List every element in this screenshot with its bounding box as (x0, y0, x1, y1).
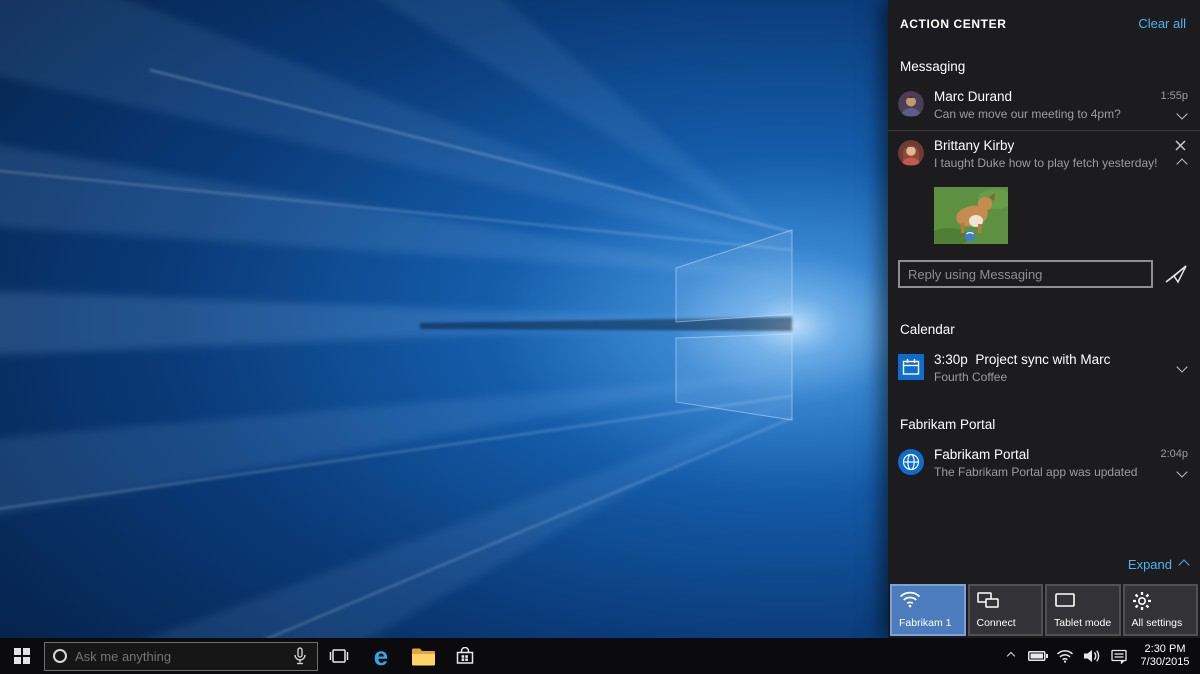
dismiss-notification-button[interactable] (1173, 138, 1188, 153)
chevron-up-icon (1176, 158, 1187, 169)
cortana-icon (53, 649, 67, 663)
network-tray-button[interactable] (1051, 638, 1078, 674)
taskbar-clock[interactable]: 2:30 PM 7/30/2015 (1132, 643, 1198, 669)
close-icon (1175, 140, 1186, 151)
clock-time: 2:30 PM (1132, 643, 1198, 656)
tablet-icon (1054, 591, 1076, 609)
notification-calendar[interactable]: 3:30p Project sync with Marc Fourth Coff… (888, 345, 1200, 393)
microphone-icon (293, 647, 307, 665)
send-reply-button[interactable] (1162, 262, 1190, 286)
notification-sender: Marc Durand (934, 89, 1166, 104)
start-button[interactable] (0, 638, 44, 674)
expand-label: Expand (1128, 557, 1172, 572)
wifi-icon (899, 591, 921, 608)
action-center-header: ACTION CENTER Clear all (888, 0, 1200, 31)
tile-label: Fabrikam 1 (899, 617, 952, 629)
notifications-icon (1111, 649, 1127, 664)
expand-notification-button[interactable] (1176, 108, 1188, 120)
notification-time: 2:04p (1160, 448, 1188, 460)
settings-gear-icon (1132, 591, 1152, 611)
battery-tray-button[interactable] (1024, 638, 1051, 674)
event-location: Fourth Coffee (934, 370, 1166, 384)
fabrikam-group-header: Fabrikam Portal (900, 417, 1200, 432)
notification-title: Fabrikam Portal (934, 447, 1166, 462)
collapse-notification-button[interactable] (1176, 158, 1188, 170)
quick-action-all-settings[interactable]: All settings (1123, 584, 1199, 636)
notification-message: The Fabrikam Portal app was updated (934, 465, 1166, 479)
microphone-button[interactable] (291, 645, 309, 667)
chevron-up-icon (1006, 652, 1014, 660)
avatar-brittany-kirby (898, 140, 924, 166)
action-center-panel: ACTION CENTER Clear all Messaging Marc D… (888, 0, 1200, 638)
notification-brittany-kirby[interactable]: Brittany Kirby I taught Duke how to play… (888, 131, 1200, 179)
taskbar: e (0, 638, 1200, 674)
clock-date: 7/30/2015 (1132, 656, 1198, 669)
screen: ACTION CENTER Clear all Messaging Marc D… (0, 0, 1200, 674)
chevron-down-icon (1176, 108, 1187, 119)
file-explorer-button[interactable] (402, 638, 444, 674)
expand-quick-actions[interactable]: Expand (1128, 557, 1188, 572)
reply-input[interactable] (898, 260, 1153, 288)
connect-icon (977, 591, 999, 609)
send-icon (1164, 264, 1188, 284)
chevron-down-icon (1176, 361, 1187, 372)
store-button[interactable] (444, 638, 486, 674)
message-attachment-dog-photo (934, 187, 1008, 244)
wifi-icon (1056, 649, 1074, 663)
quick-actions-row: Fabrikam 1 Connect Tablet mode (890, 584, 1198, 636)
quick-action-wifi-fabrikam1[interactable]: Fabrikam 1 (890, 584, 966, 636)
task-view-button[interactable] (318, 638, 360, 674)
taskbar-search[interactable] (44, 642, 318, 671)
search-input[interactable] (75, 649, 283, 664)
windows-logo-icon (14, 648, 31, 665)
store-bag-icon (456, 647, 474, 665)
edge-icon: e (374, 643, 388, 669)
system-tray: 2:30 PM 7/30/2015 (997, 638, 1200, 674)
tile-label: Connect (977, 617, 1016, 629)
clear-all-link[interactable]: Clear all (1138, 16, 1186, 31)
globe-icon (898, 449, 924, 475)
messaging-group-header: Messaging (900, 59, 1200, 74)
speaker-icon (1083, 649, 1101, 663)
reply-row (898, 260, 1190, 288)
tile-label: Tablet mode (1054, 617, 1111, 629)
notification-time: 1:55p (1160, 90, 1188, 102)
task-view-icon (329, 649, 349, 663)
tile-label: All settings (1132, 617, 1183, 629)
chevron-down-icon (1176, 466, 1187, 477)
calendar-group-header: Calendar (900, 322, 1200, 337)
action-center-title: ACTION CENTER (900, 17, 1006, 31)
folder-icon (411, 647, 435, 666)
show-hidden-icons-button[interactable] (997, 638, 1024, 674)
notification-message: Can we move our meeting to 4pm? (934, 107, 1166, 121)
notification-fabrikam-portal[interactable]: Fabrikam Portal The Fabrikam Portal app … (888, 440, 1200, 488)
edge-browser-button[interactable]: e (360, 638, 402, 674)
notification-sender: Brittany Kirby (934, 138, 1166, 153)
event-time: 3:30p (934, 352, 968, 367)
action-center-tray-button[interactable] (1105, 638, 1132, 674)
notification-marc-durand[interactable]: Marc Durand Can we move our meeting to 4… (888, 82, 1200, 130)
avatar-marc-durand (898, 91, 924, 117)
volume-tray-button[interactable] (1078, 638, 1105, 674)
expand-notification-button[interactable] (1176, 466, 1188, 478)
battery-icon (1028, 650, 1048, 662)
quick-action-connect[interactable]: Connect (968, 584, 1044, 636)
event-title: Project sync with Marc (975, 352, 1110, 367)
event-line: 3:30p Project sync with Marc (934, 352, 1166, 367)
notification-message: I taught Duke how to play fetch yesterda… (934, 156, 1166, 170)
expand-notification-button[interactable] (1176, 361, 1188, 373)
calendar-icon (898, 354, 924, 380)
quick-action-tablet-mode[interactable]: Tablet mode (1045, 584, 1121, 636)
chevron-up-icon (1178, 559, 1189, 570)
